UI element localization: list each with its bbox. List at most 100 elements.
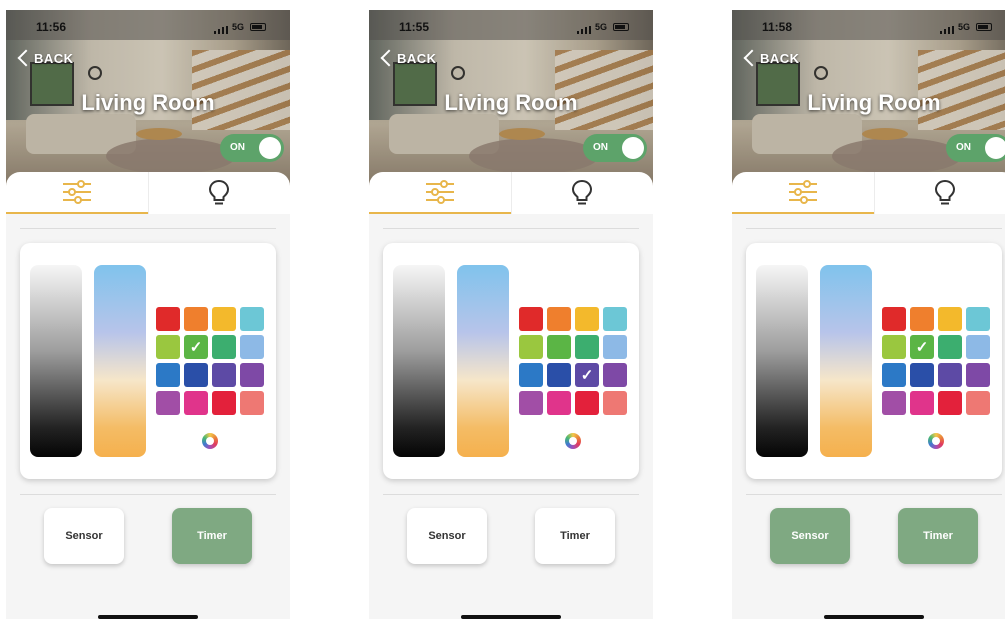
color-swatch[interactable]: [882, 363, 906, 387]
battery-icon: [613, 23, 629, 31]
color-swatch[interactable]: [910, 363, 934, 387]
sensor-button[interactable]: Sensor: [770, 508, 850, 564]
color-swatch[interactable]: ✓: [575, 363, 599, 387]
color-swatch[interactable]: [603, 363, 627, 387]
timer-button[interactable]: Timer: [172, 508, 252, 564]
color-swatch[interactable]: [966, 335, 990, 359]
color-swatch[interactable]: [938, 363, 962, 387]
color-wheel-icon[interactable]: [928, 433, 944, 449]
power-toggle[interactable]: ON: [220, 134, 284, 162]
color-picker-card: ✓: [383, 243, 639, 479]
back-label: BACK: [397, 50, 437, 66]
color-swatch[interactable]: [547, 363, 571, 387]
color-swatch[interactable]: [519, 307, 543, 331]
color-swatch[interactable]: [184, 391, 208, 415]
color-swatch[interactable]: [156, 307, 180, 331]
back-button[interactable]: BACK: [16, 48, 74, 68]
room-title: Living Room: [81, 90, 215, 115]
color-swatch[interactable]: [603, 307, 627, 331]
color-wheel-icon[interactable]: [565, 433, 581, 449]
brightness-slider[interactable]: [393, 265, 445, 457]
color-swatch[interactable]: [966, 363, 990, 387]
tab-bulb[interactable]: [873, 172, 1005, 214]
color-swatch-grid: ✓: [156, 307, 264, 415]
color-swatch[interactable]: [575, 307, 599, 331]
tab-bulb[interactable]: [510, 172, 654, 214]
tab-bulb[interactable]: [147, 172, 291, 214]
color-swatch[interactable]: [240, 391, 264, 415]
color-swatch[interactable]: [603, 335, 627, 359]
color-swatch[interactable]: [938, 391, 962, 415]
color-swatch[interactable]: [575, 335, 599, 359]
checkmark-icon: ✓: [580, 366, 594, 384]
phone-screen-2: 11:55 5G BACK Living Room ON ✓ Sensor Ti…: [369, 10, 653, 619]
color-swatch[interactable]: [882, 391, 906, 415]
signal-icon: [940, 26, 954, 34]
tab-adjust[interactable]: [6, 172, 148, 214]
color-swatch[interactable]: [882, 307, 906, 331]
back-button[interactable]: BACK: [742, 48, 800, 68]
status-bar: 11:58 5G: [732, 20, 1005, 36]
power-toggle[interactable]: ON: [583, 134, 647, 162]
status-bar: 11:56 5G: [6, 20, 290, 36]
divider: [383, 494, 639, 495]
checkmark-icon: ✓: [189, 338, 203, 356]
temperature-slider[interactable]: [94, 265, 146, 457]
color-picker-card: ✓: [746, 243, 1002, 479]
color-swatch[interactable]: [547, 391, 571, 415]
network-label: 5G: [595, 22, 608, 32]
brightness-slider[interactable]: [30, 265, 82, 457]
color-swatch[interactable]: [966, 391, 990, 415]
color-swatch[interactable]: [519, 363, 543, 387]
power-toggle[interactable]: ON: [946, 134, 1005, 162]
network-label: 5G: [958, 22, 971, 32]
sensor-button[interactable]: Sensor: [407, 508, 487, 564]
color-swatch[interactable]: [212, 391, 236, 415]
color-swatch[interactable]: [156, 391, 180, 415]
color-swatch[interactable]: [938, 307, 962, 331]
color-swatch[interactable]: [240, 307, 264, 331]
color-swatch[interactable]: [156, 363, 180, 387]
color-swatch[interactable]: [547, 307, 571, 331]
status-bar: 11:55 5G: [369, 20, 653, 36]
color-swatch[interactable]: [240, 335, 264, 359]
color-swatch[interactable]: [938, 335, 962, 359]
color-swatch[interactable]: [212, 363, 236, 387]
color-swatch[interactable]: [156, 335, 180, 359]
brightness-slider[interactable]: [756, 265, 808, 457]
sensor-button[interactable]: Sensor: [44, 508, 124, 564]
toggle-label: ON: [956, 142, 971, 153]
color-swatch[interactable]: [603, 391, 627, 415]
tab-adjust[interactable]: [732, 172, 874, 214]
color-swatch[interactable]: ✓: [184, 335, 208, 359]
color-swatch[interactable]: [184, 307, 208, 331]
color-swatch[interactable]: [240, 363, 264, 387]
color-swatch[interactable]: [519, 335, 543, 359]
color-swatch[interactable]: [575, 391, 599, 415]
temperature-slider[interactable]: [457, 265, 509, 457]
tab-bar: [369, 172, 653, 214]
home-indicator: [461, 615, 561, 619]
tab-adjust[interactable]: [369, 172, 511, 214]
tab-bar: [6, 172, 290, 214]
back-label: BACK: [760, 50, 800, 66]
timer-button[interactable]: Timer: [898, 508, 978, 564]
color-swatch[interactable]: [212, 307, 236, 331]
color-swatch[interactable]: [519, 391, 543, 415]
timer-button[interactable]: Timer: [535, 508, 615, 564]
color-swatch[interactable]: [910, 307, 934, 331]
sliders-icon: [788, 180, 817, 204]
color-swatch[interactable]: ✓: [910, 335, 934, 359]
network-label: 5G: [232, 22, 245, 32]
back-button[interactable]: BACK: [379, 48, 437, 68]
color-picker-card: ✓: [20, 243, 276, 479]
color-swatch[interactable]: [910, 391, 934, 415]
color-swatch[interactable]: [212, 335, 236, 359]
color-swatch[interactable]: [184, 363, 208, 387]
color-wheel-icon[interactable]: [202, 433, 218, 449]
color-swatch[interactable]: [882, 335, 906, 359]
color-swatch[interactable]: [547, 335, 571, 359]
temperature-slider[interactable]: [820, 265, 872, 457]
home-indicator: [824, 615, 924, 619]
color-swatch[interactable]: [966, 307, 990, 331]
